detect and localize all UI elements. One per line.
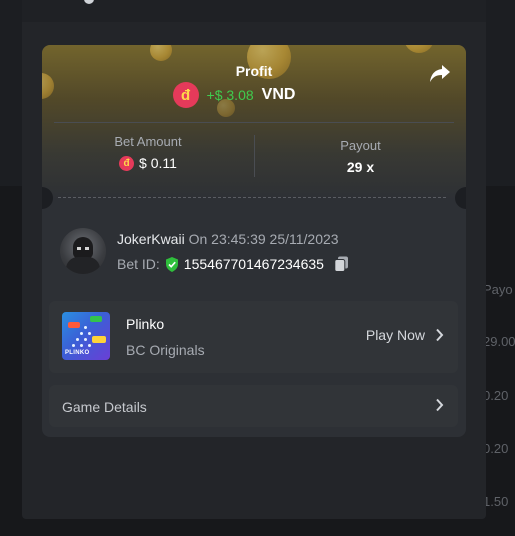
ticket-notch-right	[455, 187, 466, 209]
chevron-right-icon	[436, 328, 444, 342]
profit-value: +$ 3.08	[206, 87, 254, 103]
game-name: Plinko	[126, 316, 165, 332]
vnd-token-icon: đ	[119, 155, 135, 171]
bet-timestamp: On 23:45:39 25/11/2023	[188, 231, 339, 247]
bet-amount-value: $ 0.11	[139, 155, 177, 171]
game-details-label: Game Details	[62, 399, 147, 415]
game-provider: BC Originals	[126, 342, 205, 358]
ticket-perforation	[58, 197, 446, 198]
card-divider	[54, 122, 454, 123]
bet-id-value: 155467701467234635	[183, 256, 324, 272]
verified-shield-icon	[165, 256, 178, 272]
header-indicator	[84, 0, 94, 4]
background-cell: 0.20	[483, 441, 509, 456]
background-cell: 29.00	[483, 334, 515, 349]
username-line: JokerKwaii On 23:45:39 25/11/2023	[117, 231, 339, 247]
payout-value: 29 x	[346, 159, 375, 175]
game-details-row[interactable]: Game Details	[49, 385, 458, 427]
profit-currency: VND	[261, 86, 296, 103]
thumbnail-logo-text: PLINKO	[65, 350, 90, 356]
bet-id-line: Bet ID: 155467701467234635	[117, 256, 349, 272]
background-cell: 1.50	[483, 494, 509, 509]
avatar[interactable]	[60, 228, 106, 274]
bet-amount-label: Bet Amount	[114, 134, 182, 149]
username[interactable]: JokerKwaii	[117, 231, 185, 247]
payout-section: Payout 29 x	[255, 138, 466, 175]
chevron-right-icon	[436, 398, 444, 412]
game-card[interactable]: PLINKO Plinko BC Originals Play Now	[49, 301, 458, 373]
modal-header	[22, 0, 486, 22]
background-column-header: Payo	[483, 282, 513, 297]
profit-label: Profit	[235, 63, 273, 79]
bet-amount-row: đ $ 0.11	[42, 155, 254, 171]
bet-detail-modal: Profit đ +$ 3.08 VND Bet Amount đ $ 0.11…	[22, 0, 486, 519]
vnd-token-icon: đ	[172, 82, 199, 108]
bet-summary-card: Profit đ +$ 3.08 VND Bet Amount đ $ 0.11…	[42, 45, 466, 437]
copy-icon[interactable]	[334, 256, 349, 272]
background-cell: 0.20	[483, 388, 509, 403]
play-now-button[interactable]: Play Now	[366, 327, 444, 343]
plinko-thumbnail: PLINKO	[62, 312, 110, 360]
payout-label: Payout	[340, 138, 381, 153]
play-now-label: Play Now	[365, 327, 425, 343]
profit-row: đ +$ 3.08 VND	[42, 82, 466, 108]
bet-id-label: Bet ID:	[117, 256, 160, 272]
bet-amount-section: Bet Amount đ $ 0.11	[42, 134, 254, 171]
share-arrow-icon[interactable]	[428, 61, 452, 85]
user-info-row: JokerKwaii On 23:45:39 25/11/2023 Bet ID…	[60, 228, 450, 274]
